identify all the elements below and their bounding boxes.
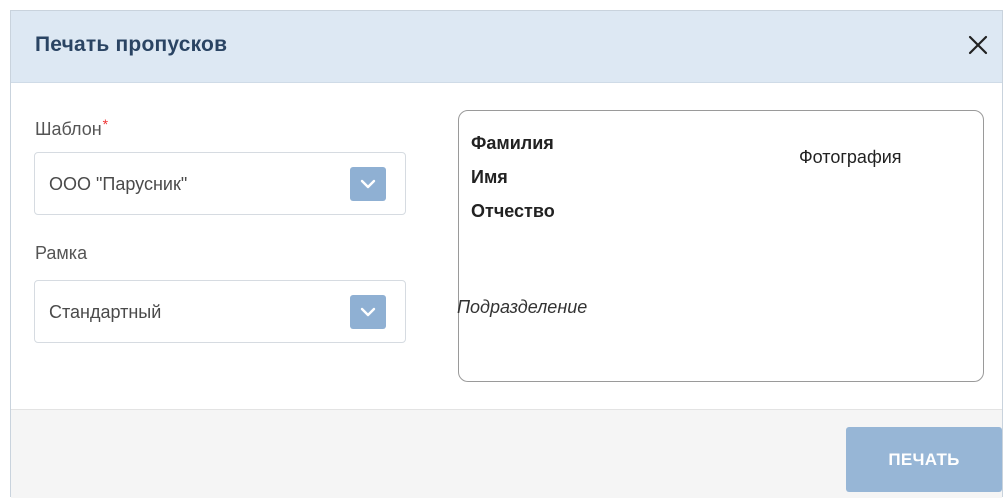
template-select[interactable]: ООО "Парусник" (34, 152, 406, 215)
template-select-value: ООО "Парусник" (49, 174, 188, 194)
close-icon[interactable] (964, 31, 992, 59)
chevron-down-icon (360, 307, 376, 317)
preview-patronymic: Отчество (471, 201, 555, 221)
dialog-header: Печать пропусков (11, 11, 1002, 83)
dialog-footer: ПЕЧАТЬ (11, 409, 1002, 498)
template-label: Шаблон* (35, 116, 109, 140)
required-mark: * (102, 116, 109, 132)
frame-dropdown-button[interactable] (350, 295, 386, 329)
template-dropdown-button[interactable] (350, 167, 386, 201)
print-passes-dialog: Печать пропусков Шаблон* ООО "Парусник" … (10, 10, 1003, 498)
pass-preview: Фамилия Имя Отчество Фотография Подразде… (457, 110, 984, 382)
dialog-title: Печать пропусков (35, 33, 228, 56)
preview-surname: Фамилия (471, 133, 554, 153)
frame-select[interactable]: Стандартный (34, 280, 406, 343)
frame-label: Рамка (35, 243, 88, 263)
preview-department: Подразделение (457, 297, 588, 317)
template-label-text: Шаблон (35, 119, 102, 139)
preview-photo: Фотография (799, 147, 902, 167)
preview-first-name: Имя (471, 167, 508, 187)
chevron-down-icon (360, 179, 376, 189)
print-button[interactable]: ПЕЧАТЬ (846, 427, 1002, 492)
frame-select-value: Стандартный (49, 302, 162, 322)
